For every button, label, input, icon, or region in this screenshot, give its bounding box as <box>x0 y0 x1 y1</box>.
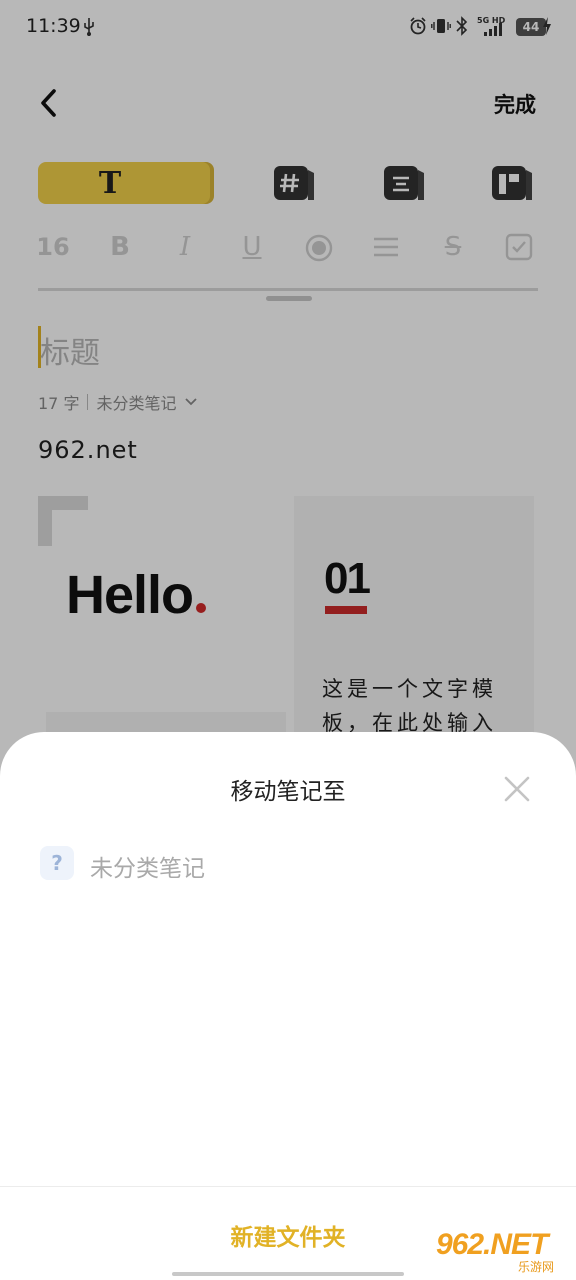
note-editor-screen: 11:39 5G HD 44 完成 T 16 B I U S 标题 17 字 未… <box>0 0 576 1280</box>
watermark-logo: 962.NET 乐游网 <box>436 1228 570 1274</box>
folder-label: 未分类笔记 <box>90 856 205 882</box>
folder-item-uncategorized[interactable]: ? 未分类笔记 <box>40 844 536 884</box>
sheet-title: 移动笔记至 <box>230 779 346 805</box>
sheet-divider <box>0 1186 576 1187</box>
close-icon[interactable] <box>502 774 532 804</box>
watermark-sub: 乐游网 <box>518 1260 555 1274</box>
question-folder-icon: ? <box>40 846 74 880</box>
home-indicator[interactable] <box>172 1272 404 1276</box>
watermark-main: 962.NET <box>436 1228 548 1261</box>
move-note-sheet: 移动笔记至 ? 未分类笔记 新建文件夹 <box>0 732 576 1280</box>
